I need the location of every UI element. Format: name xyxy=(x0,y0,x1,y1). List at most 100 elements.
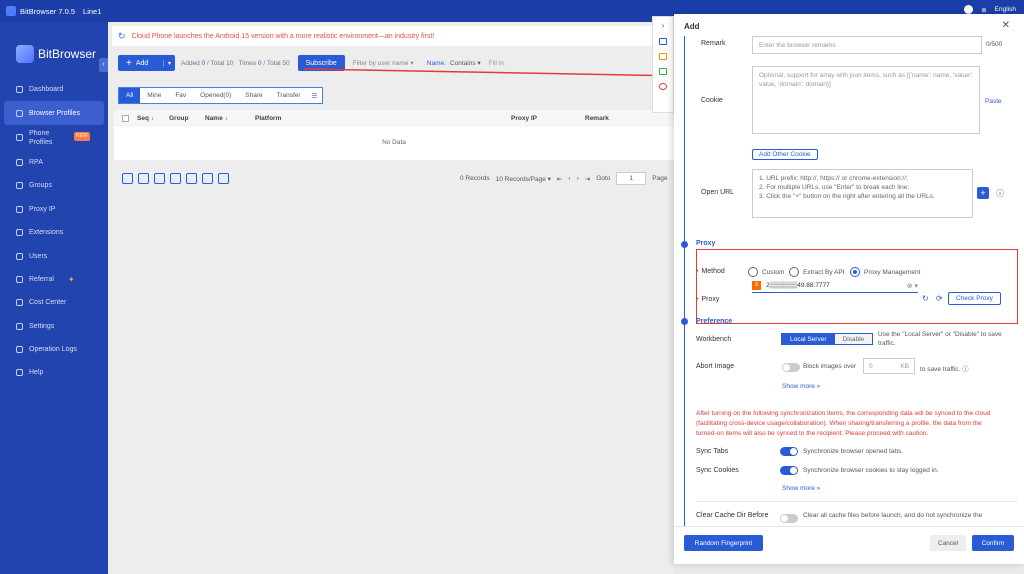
sync-tabs-toggle[interactable] xyxy=(780,447,798,456)
usage-stats: Added 0 / Total 10 Times 0 / Total 50 xyxy=(181,59,290,67)
floating-tools: › xyxy=(652,16,674,113)
abort-image-toggle[interactable] xyxy=(782,363,800,372)
refresh-proxy-icon[interactable]: ↻ xyxy=(922,294,929,303)
panel-title: Add xyxy=(684,22,700,31)
sidebar-item-referral[interactable]: Referral ✦ xyxy=(0,268,108,291)
panel-body: Remark Enter the browser remarks 0/500 C… xyxy=(674,36,1024,526)
batch-actions xyxy=(122,173,229,184)
avatar[interactable] xyxy=(964,5,974,14)
goto-input[interactable]: 1 xyxy=(616,172,647,185)
sidebar: BitBrowser Dashboard Browser Profiles Ph… xyxy=(0,22,108,574)
phone-icon xyxy=(16,134,23,142)
col-name[interactable]: Name ↓ xyxy=(205,115,255,122)
sync-proxy-icon[interactable]: ⟳ xyxy=(936,294,943,303)
workbench-toggle: Local Server Disable xyxy=(781,333,874,345)
monitor-icon[interactable] xyxy=(659,38,667,45)
batch-delete-icon[interactable] xyxy=(218,173,229,184)
list-view-icon[interactable]: ☰ xyxy=(308,88,322,103)
cancel-button[interactable]: Cancel xyxy=(930,535,966,551)
sidebar-item-browser-profiles[interactable]: Browser Profiles xyxy=(4,101,104,125)
sidebar-item-phone-profiles[interactable]: Phone Profiles NEW xyxy=(0,125,108,151)
col-seq[interactable]: Seq ↓ xyxy=(137,115,169,122)
chat-icon[interactable] xyxy=(659,53,667,60)
batch-share-icon[interactable] xyxy=(202,173,213,184)
collapse-sidebar-button[interactable]: ‹ xyxy=(99,58,108,72)
next-page-icon[interactable]: › xyxy=(577,175,579,182)
sync-tabs-text: Synchronize browser opened tabs. xyxy=(803,448,904,455)
method-api-radio[interactable]: Extract By API xyxy=(789,267,845,277)
remark-input[interactable]: Enter the browser remarks xyxy=(752,36,982,54)
add-button[interactable]: + Add ▾ xyxy=(118,55,175,71)
plus-icon: + xyxy=(126,57,132,69)
brand-logo-icon xyxy=(16,45,34,63)
method-custom-radio[interactable]: Custom xyxy=(748,267,784,277)
add-url-button[interactable]: + xyxy=(977,187,989,199)
select-all-checkbox[interactable] xyxy=(122,115,129,122)
open-url-textarea[interactable]: 1. URL prefix: http://, https:// or chro… xyxy=(752,169,973,218)
open-url-label: Open URL xyxy=(701,189,735,196)
goto-label: Goto xyxy=(596,175,611,182)
sidebar-item-help[interactable]: Help xyxy=(0,361,108,384)
help-icon xyxy=(16,369,23,377)
table-header: Seq ↓ Group Name ↓ Platform Proxy IP Rem… xyxy=(114,110,674,127)
last-page-icon[interactable]: ⇥ xyxy=(585,175,590,183)
check-proxy-button[interactable]: Check Proxy xyxy=(948,292,1001,305)
panel-footer: Random Fingerprint Cancel Confirm xyxy=(674,526,1024,564)
info-icon[interactable]: ⓘ xyxy=(996,188,1004,199)
sidebar-item-users[interactable]: Users xyxy=(0,244,108,267)
close-icon[interactable]: ✕ xyxy=(1002,20,1010,31)
method-proxy-management-radio[interactable]: Proxy Management xyxy=(850,267,920,277)
sidebar-item-settings[interactable]: Settings xyxy=(0,315,108,338)
sidebar-item-cost-center[interactable]: Cost Center xyxy=(0,291,108,314)
sync-cookies-toggle[interactable] xyxy=(780,466,798,475)
tab-fav[interactable]: Fav xyxy=(168,88,193,103)
col-group: Group xyxy=(169,115,189,122)
add-other-cookie-button[interactable]: Add Other Cookie xyxy=(752,149,818,160)
sidebar-item-dashboard[interactable]: Dashboard xyxy=(0,78,108,101)
tab-transfer[interactable]: Transfer xyxy=(270,88,308,103)
sidebar-item-extensions[interactable]: Extensions xyxy=(0,221,108,244)
random-fingerprint-button[interactable]: Random Fingerprint xyxy=(684,535,763,551)
tab-share[interactable]: Share xyxy=(238,88,269,103)
prev-page-icon[interactable]: ‹ xyxy=(568,175,570,182)
cookie-textarea[interactable]: Optional, support for array with json it… xyxy=(752,66,980,134)
batch-edit-icon[interactable] xyxy=(154,173,165,184)
sidebar-item-proxy-ip[interactable]: Proxy IP xyxy=(0,198,108,221)
block-images-text: Block images over xyxy=(803,363,857,370)
video-icon[interactable] xyxy=(659,68,667,75)
show-more-link-1[interactable]: Show more » xyxy=(782,383,820,390)
show-more-link-2[interactable]: Show more » xyxy=(782,485,820,492)
notice-text[interactable]: Cloud Phone launches the Android 15 vers… xyxy=(132,33,435,40)
logs-icon xyxy=(16,346,23,354)
workbench-disable[interactable]: Disable xyxy=(834,334,873,344)
confirm-button[interactable]: Confirm xyxy=(972,535,1014,551)
refresh-icon[interactable]: ↻ xyxy=(118,31,126,42)
sidebar-item-rpa[interactable]: RPA xyxy=(0,151,108,174)
sidebar-item-groups[interactable]: Groups xyxy=(0,174,108,197)
clear-cache-toggle[interactable] xyxy=(780,514,798,523)
tab-all[interactable]: All xyxy=(119,88,141,103)
location-icon xyxy=(16,205,23,213)
add-dropdown-icon[interactable]: ▾ xyxy=(162,59,175,67)
clear-icon[interactable]: ⊗ ▾ xyxy=(907,282,918,290)
first-page-icon[interactable]: ⇤ xyxy=(557,175,562,183)
proxy-select[interactable]: S 2▒▒▒▒▒▒49.88:7777 ⊗ ▾ xyxy=(752,279,918,293)
batch-folder-icon[interactable] xyxy=(186,173,197,184)
fingerprint-icon[interactable] xyxy=(659,83,667,90)
tab-opened[interactable]: Opened(0) xyxy=(193,88,238,103)
sync-warning: After turning on the following synchroni… xyxy=(696,410,991,437)
workbench-note: Use the "Local Server" or "Disable" to s… xyxy=(878,331,1002,347)
workbench-local-server[interactable]: Local Server xyxy=(782,334,835,344)
batch-close-icon[interactable] xyxy=(138,173,149,184)
proxy-provider-icon: S xyxy=(752,281,761,290)
tab-mine[interactable]: Mine xyxy=(140,88,168,103)
abort-image-size-input[interactable]: 0 KB xyxy=(863,358,915,374)
per-page-select[interactable]: 10 Records/Page ▾ xyxy=(496,175,551,183)
line-selector[interactable]: Line1 xyxy=(83,7,101,16)
paste-link[interactable]: Paste xyxy=(985,98,1002,105)
batch-print-icon[interactable] xyxy=(170,173,181,184)
chevron-right-icon[interactable]: › xyxy=(662,21,665,30)
language-selector[interactable]: English xyxy=(995,6,1016,13)
sidebar-item-operation-logs[interactable]: Operation Logs xyxy=(0,338,108,361)
batch-open-icon[interactable] xyxy=(122,173,133,184)
